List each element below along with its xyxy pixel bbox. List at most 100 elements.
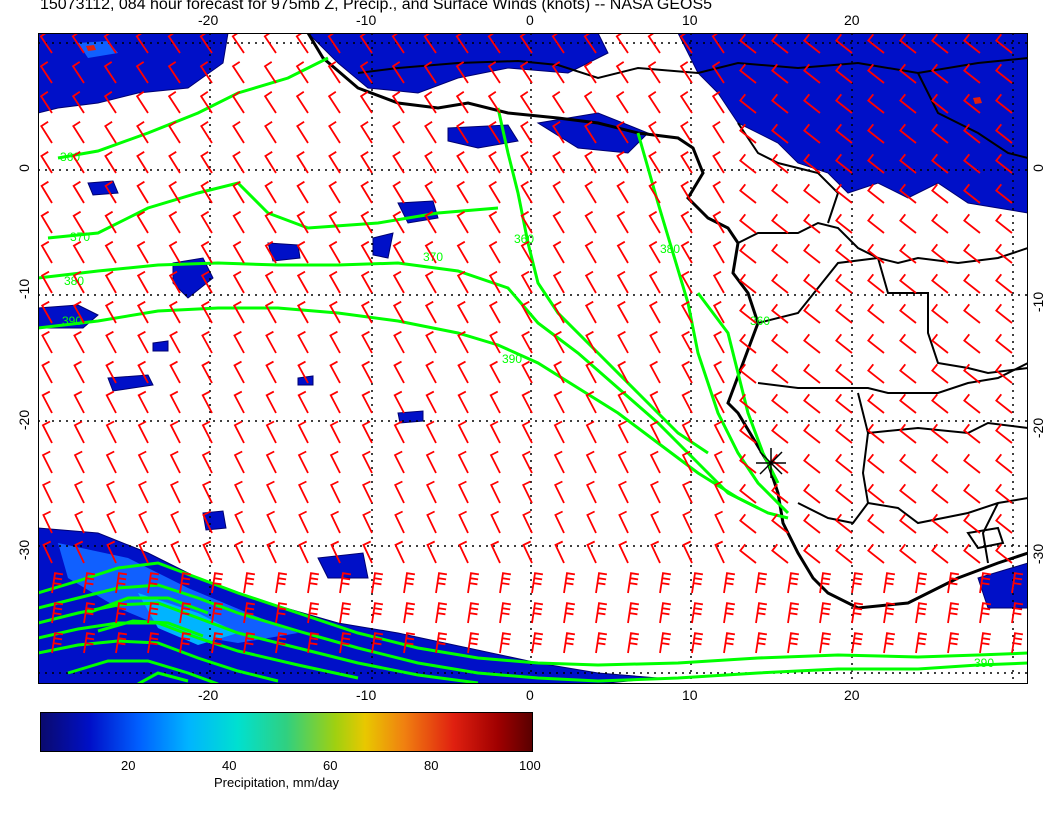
colorbar-tick: 80: [424, 758, 439, 773]
map-svg: 360 370 380 390 360 370 380 390 360 390: [38, 33, 1028, 684]
wind-barb: [867, 303, 885, 324]
wind-barb: [648, 121, 661, 144]
wind-barb: [329, 390, 341, 414]
wind-barb: [899, 363, 917, 384]
wind-barb: [104, 270, 117, 294]
wind-barb: [617, 420, 629, 444]
wind-barb: [167, 91, 181, 114]
wind-barb: [835, 393, 853, 414]
wind-barb: [489, 390, 501, 414]
wind-barb: [835, 483, 853, 504]
wind-barb: [73, 390, 85, 414]
right-lat-label: -10: [1030, 291, 1047, 313]
wind-barb: [712, 240, 725, 264]
colorbar: [40, 712, 533, 752]
wind-barb: [266, 510, 277, 534]
wind-barb: [803, 483, 821, 504]
wind-barb: [234, 510, 245, 534]
wind-barb: [563, 572, 576, 594]
wind-barb: [659, 602, 672, 624]
wind-barb: [329, 450, 341, 474]
wind-barb: [803, 333, 821, 354]
wind-barb: [931, 423, 949, 444]
wind-barb: [771, 183, 789, 204]
wind-barb: [899, 423, 917, 444]
wind-barb: [995, 273, 1013, 294]
wind-barb: [371, 602, 384, 624]
wind-barb: [649, 480, 661, 504]
wind-barb: [883, 572, 896, 594]
wind-barb: [106, 510, 117, 534]
wind-barb: [554, 540, 565, 564]
wind-barb: [787, 602, 800, 624]
wind-barb: [392, 180, 405, 204]
wind-barb: [136, 180, 149, 204]
wind-barb: [616, 151, 629, 174]
wind-barb: [392, 270, 405, 294]
wind-barb: [200, 300, 213, 324]
right-lat-label: -20: [1030, 417, 1047, 439]
wind-barb: [867, 483, 885, 504]
wind-barb: [232, 270, 245, 294]
wind-barb: [803, 303, 821, 324]
wind-barb: [552, 210, 565, 234]
wind-barb: [713, 360, 725, 384]
wind-barb: [265, 390, 277, 414]
wind-barb: [489, 450, 501, 474]
wind-barb: [137, 480, 149, 504]
precip-area: [677, 33, 1028, 214]
left-lat-label: 0: [15, 164, 32, 172]
wind-barb: [691, 572, 704, 594]
wind-barb: [40, 240, 53, 264]
wind-barb: [489, 360, 501, 384]
wind-barb: [424, 121, 437, 144]
wind-barb: [595, 602, 608, 624]
wind-barb: [648, 240, 661, 264]
wind-barb: [265, 450, 277, 474]
wind-barb: [585, 420, 597, 444]
wind-barb: [899, 303, 917, 324]
wind-barb: [851, 632, 864, 654]
wind-barb: [40, 270, 53, 294]
left-lat-label: -30: [16, 539, 33, 561]
wind-barb: [424, 180, 437, 204]
wind-barb: [307, 572, 320, 594]
wind-barb: [456, 300, 469, 324]
wind-barb: [168, 151, 181, 174]
wind-barb: [136, 210, 149, 234]
wind-barb: [489, 420, 501, 444]
wind-barb: [552, 180, 565, 204]
left-lat-label: -10: [16, 278, 33, 300]
wind-barb: [73, 420, 85, 444]
wind-barb: [393, 420, 405, 444]
wind-barb: [488, 210, 501, 234]
wind-barb: [265, 360, 277, 384]
wind-barb: [393, 480, 405, 504]
wind-barb: [713, 450, 725, 474]
wind-barb: [457, 480, 469, 504]
right-lat-label: 0: [1029, 164, 1046, 172]
wind-barb: [771, 243, 789, 264]
border-line: [981, 502, 999, 564]
wind-barb: [232, 210, 245, 234]
wind-barb: [931, 543, 949, 564]
wind-barb: [963, 333, 981, 354]
wind-barb: [899, 273, 917, 294]
wind-barb: [330, 510, 341, 534]
wind-barb: [947, 572, 960, 594]
wind-barb: [915, 602, 928, 624]
wind-barb: [425, 360, 437, 384]
wind-barb: [488, 300, 501, 324]
wind-barb: [392, 210, 405, 234]
wind-barb: [41, 420, 53, 444]
wind-barb: [787, 632, 800, 654]
wind-barb: [553, 450, 565, 474]
wind-barb: [618, 540, 629, 564]
wind-barb: [490, 510, 501, 534]
wind-barb: [771, 333, 789, 354]
wind-barb: [393, 360, 405, 384]
wind-barb: [739, 183, 757, 204]
wind-barb: [618, 510, 629, 534]
wind-barb: [585, 480, 597, 504]
wind-barb: [552, 151, 565, 174]
